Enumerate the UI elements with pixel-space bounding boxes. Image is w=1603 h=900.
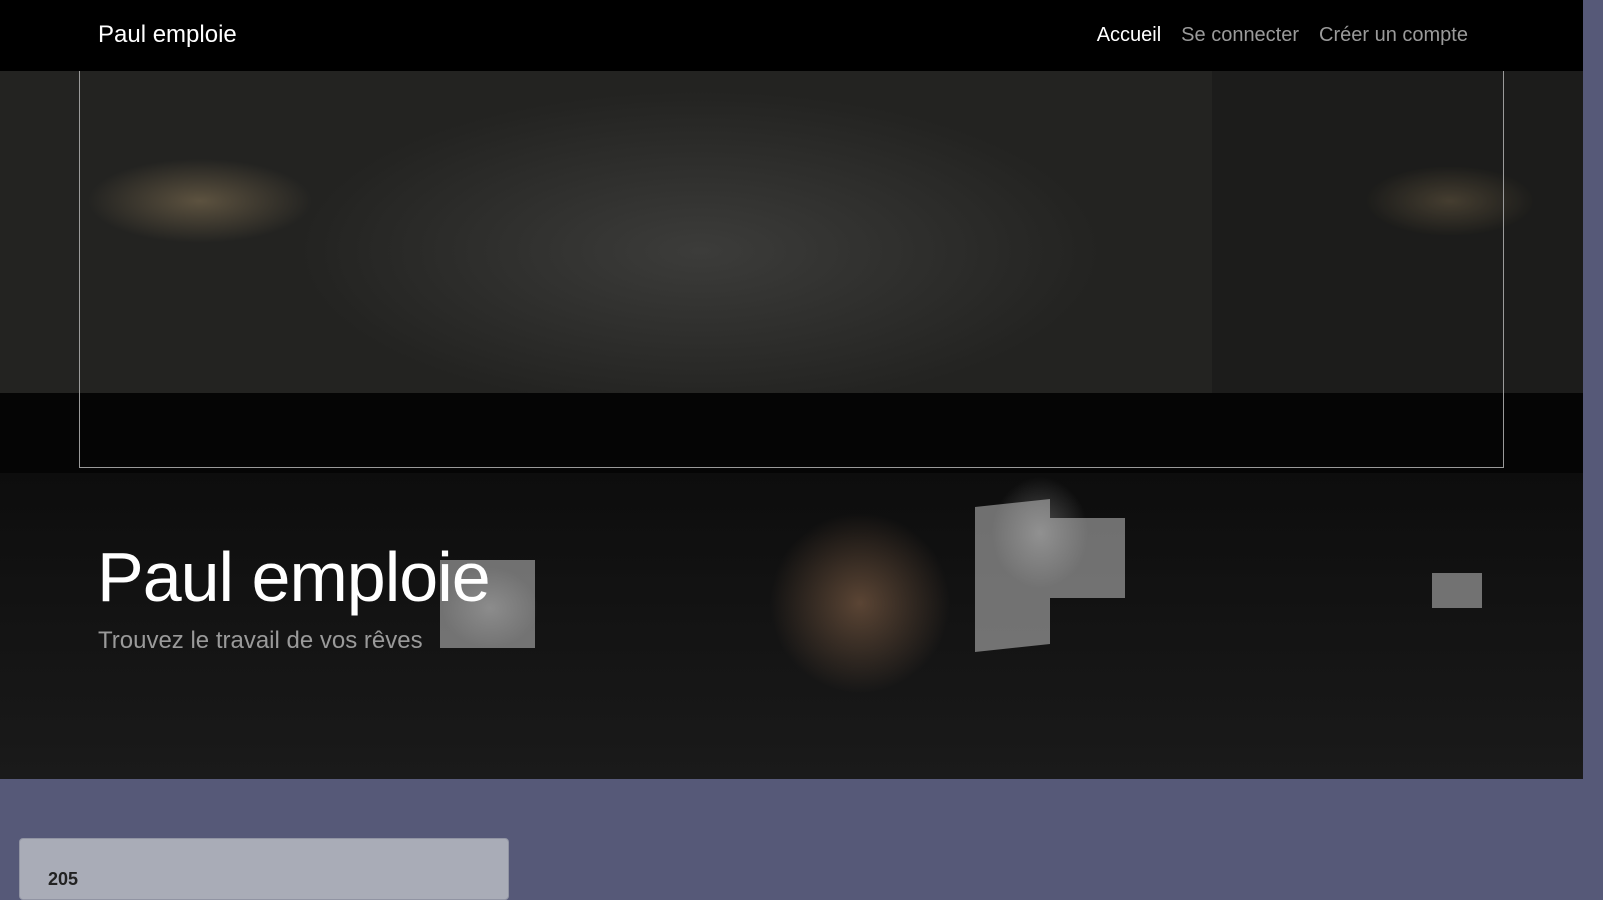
brand-link[interactable]: Paul emploie bbox=[98, 21, 237, 49]
job-card[interactable]: 205 bbox=[19, 838, 509, 900]
scrollbar-track[interactable] bbox=[1583, 0, 1603, 875]
job-card-text: 205 bbox=[48, 869, 79, 889]
nav-link-creer-un-compte[interactable]: Créer un compte bbox=[1319, 24, 1468, 47]
softbox-panel bbox=[975, 499, 1050, 652]
hero-title: Paul emploie bbox=[97, 538, 491, 616]
hero-frame bbox=[79, 71, 1504, 468]
nav-link-se-connecter[interactable]: Se connecter bbox=[1181, 24, 1299, 47]
softbox-panel bbox=[1050, 518, 1125, 598]
hero-image-studio-lights bbox=[0, 473, 1583, 779]
nav-links: Accueil Se connecter Créer un compte bbox=[1097, 24, 1468, 47]
nav-link-accueil[interactable]: Accueil bbox=[1097, 24, 1161, 47]
softbox-panel bbox=[1432, 573, 1482, 608]
navbar: Paul emploie Accueil Se connecter Créer … bbox=[0, 0, 1583, 71]
hero-subtitle: Trouvez le travail de vos rêves bbox=[98, 627, 423, 654]
